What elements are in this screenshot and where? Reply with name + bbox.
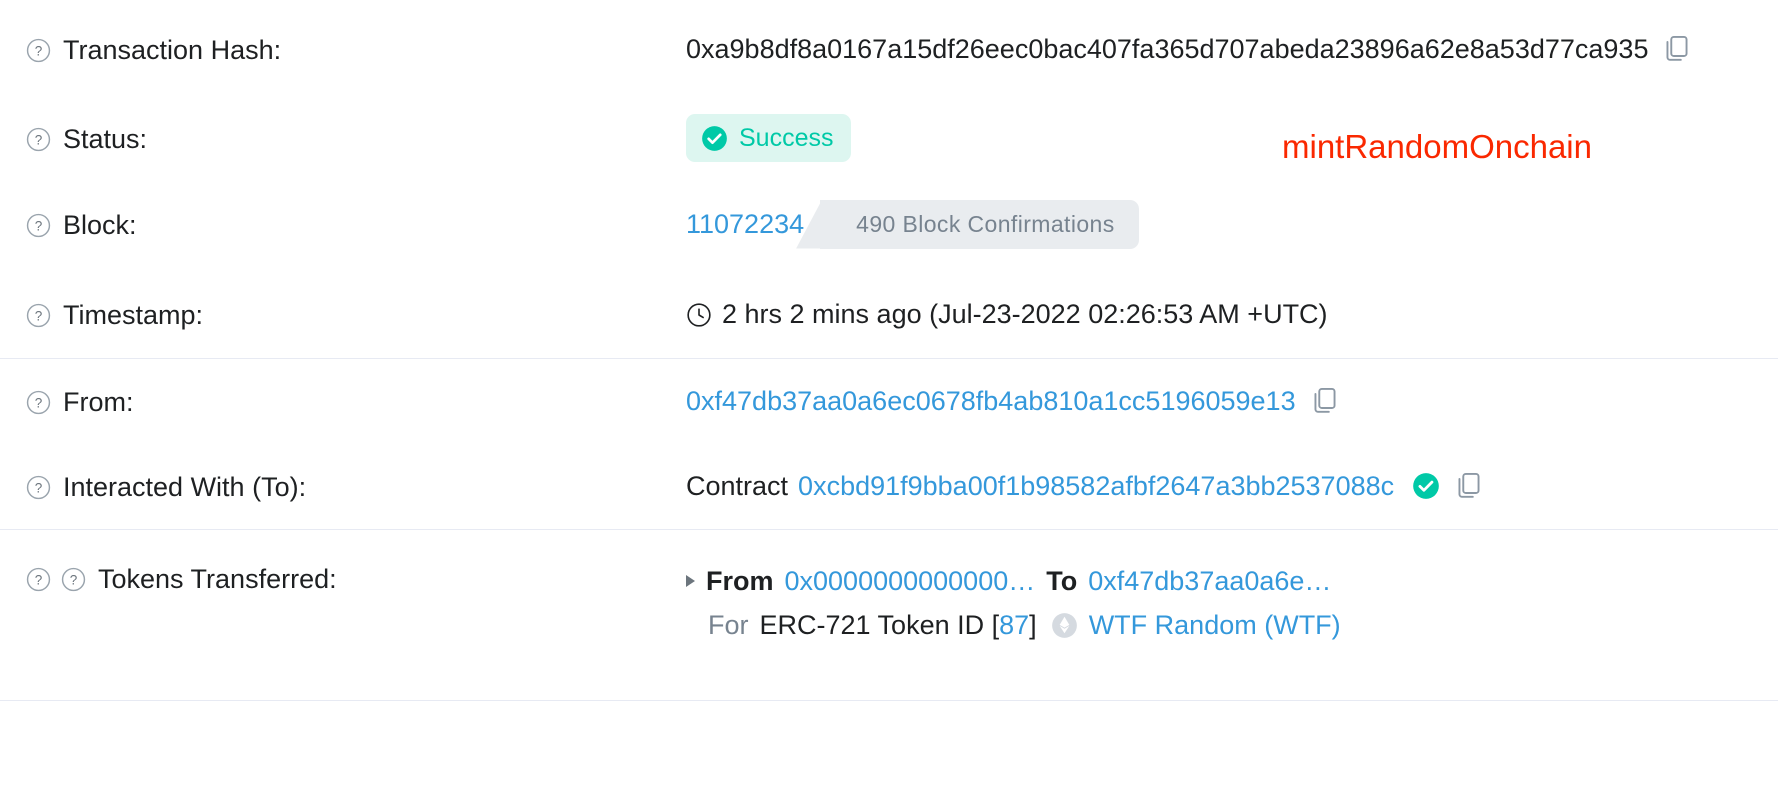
svg-text:?: ? — [35, 133, 43, 148]
label-transaction-hash: ? Transaction Hash: — [26, 31, 686, 67]
caret-right-icon[interactable] — [686, 575, 695, 587]
token-id-link[interactable]: 87 — [999, 608, 1029, 642]
verified-check-icon — [1412, 472, 1440, 500]
label-interacted-with: ? Interacted With (To): — [26, 468, 686, 504]
label-tokens-transferred: ? ? Tokens Transferred: — [26, 560, 686, 596]
from-label: From: — [63, 387, 134, 417]
svg-text:?: ? — [35, 44, 43, 59]
divider — [0, 700, 1778, 701]
row-interacted-with: ? Interacted With (To): Contract 0xcbd91… — [0, 443, 1778, 529]
value-status: Success — [686, 114, 1752, 162]
block-label: Block: — [63, 210, 137, 240]
timestamp-value: 2 hrs 2 mins ago (Jul-23-2022 02:26:53 A… — [722, 299, 1328, 329]
row-timestamp: ? Timestamp: 2 hrs 2 mins ago (Jul-23-20… — [0, 270, 1778, 358]
help-circle-icon[interactable]: ? — [26, 127, 51, 152]
row-from: ? From: 0xf47db37aa0a6ec0678fb4ab810a1cc… — [0, 359, 1778, 443]
label-from: ? From: — [26, 383, 686, 419]
interacted-with-label: Interacted With (To): — [63, 472, 307, 502]
token-from-word: From — [706, 566, 774, 596]
svg-text:?: ? — [35, 396, 43, 411]
svg-text:?: ? — [35, 481, 43, 496]
row-transaction-hash: ? Transaction Hash: 0xa9b8df8a0167a15df2… — [0, 0, 1778, 98]
value-from: 0xf47db37aa0a6ec0678fb4ab810a1cc5196059e… — [686, 384, 1752, 418]
ethereum-diamond-icon — [1051, 612, 1078, 639]
copy-icon[interactable] — [1456, 472, 1482, 500]
token-for-word: For — [708, 610, 749, 640]
row-tokens-transferred: ? ? Tokens Transferred: From 0x000000000… — [0, 530, 1778, 700]
svg-text:?: ? — [70, 573, 78, 588]
transaction-hash-label: Transaction Hash: — [63, 35, 282, 65]
clock-icon — [686, 302, 712, 328]
block-confirmations-chip: 490 Block Confirmations — [820, 199, 1139, 249]
label-block: ? Block: — [26, 206, 686, 242]
help-circle-icon[interactable]: ? — [26, 567, 51, 592]
help-circle-icon[interactable]: ? — [61, 567, 86, 592]
token-to-word: To — [1046, 566, 1078, 596]
label-status: ? Status: — [26, 120, 686, 156]
annotation-method-name: mintRandomOnchain — [1282, 128, 1592, 165]
check-circle-icon — [701, 125, 728, 152]
copy-icon[interactable] — [1312, 387, 1338, 415]
help-circle-icon[interactable]: ? — [26, 38, 51, 63]
token-standard-text: ERC-721 Token ID [ — [759, 610, 1000, 640]
transaction-details-panel: ? Transaction Hash: 0xa9b8df8a0167a15df2… — [0, 0, 1778, 701]
block-number-link[interactable]: 11072234 — [686, 207, 804, 241]
help-circle-icon[interactable]: ? — [26, 390, 51, 415]
row-block: ? Block: 11072234 490 Block Confirmation… — [0, 178, 1778, 270]
transaction-hash-value: 0xa9b8df8a0167a15df26eec0bac407fa365d707… — [686, 34, 1649, 64]
token-transfer-line-detail: For ERC-721 Token ID [ 87 ] WTF Random (… — [686, 608, 1752, 642]
value-interacted-with: Contract 0xcbd91f9bba00f1b98582afbf2647a… — [686, 469, 1752, 503]
token-to-address-link[interactable]: 0xf47db37aa0a6e… — [1088, 564, 1331, 598]
svg-text:?: ? — [35, 573, 43, 588]
value-timestamp: 2 hrs 2 mins ago (Jul-23-2022 02:26:53 A… — [686, 297, 1752, 331]
label-timestamp: ? Timestamp: — [26, 296, 686, 332]
tokens-transferred-label: Tokens Transferred: — [98, 564, 337, 594]
status-label: Status: — [63, 124, 148, 154]
help-circle-icon[interactable]: ? — [26, 475, 51, 500]
contract-prefix: Contract — [686, 471, 789, 501]
svg-text:?: ? — [35, 219, 43, 234]
svg-text:?: ? — [35, 309, 43, 324]
value-transaction-hash: 0xa9b8df8a0167a15df26eec0bac407fa365d707… — [686, 32, 1752, 66]
help-circle-icon[interactable]: ? — [26, 213, 51, 238]
value-block: 11072234 490 Block Confirmations — [686, 199, 1752, 249]
status-badge-text: Success — [739, 124, 834, 152]
timestamp-label: Timestamp: — [63, 300, 204, 330]
copy-icon[interactable] — [1664, 35, 1690, 63]
token-name-link[interactable]: WTF Random (WTF) — [1089, 608, 1341, 642]
token-from-address-link[interactable]: 0x0000000000000… — [785, 564, 1036, 598]
contract-address-link[interactable]: 0xcbd91f9bba00f1b98582afbf2647a3bb253708… — [798, 469, 1394, 503]
help-circle-icon[interactable]: ? — [26, 303, 51, 328]
from-address-link[interactable]: 0xf47db37aa0a6ec0678fb4ab810a1cc5196059e… — [686, 384, 1296, 418]
status-badge: Success — [686, 114, 852, 162]
tokens-transferred-list: From 0x0000000000000… To 0xf47db37aa0a6e… — [686, 560, 1752, 642]
token-transfer-line-from-to: From 0x0000000000000… To 0xf47db37aa0a6e… — [686, 564, 1752, 598]
token-id-bracket-close: ] — [1029, 610, 1037, 640]
